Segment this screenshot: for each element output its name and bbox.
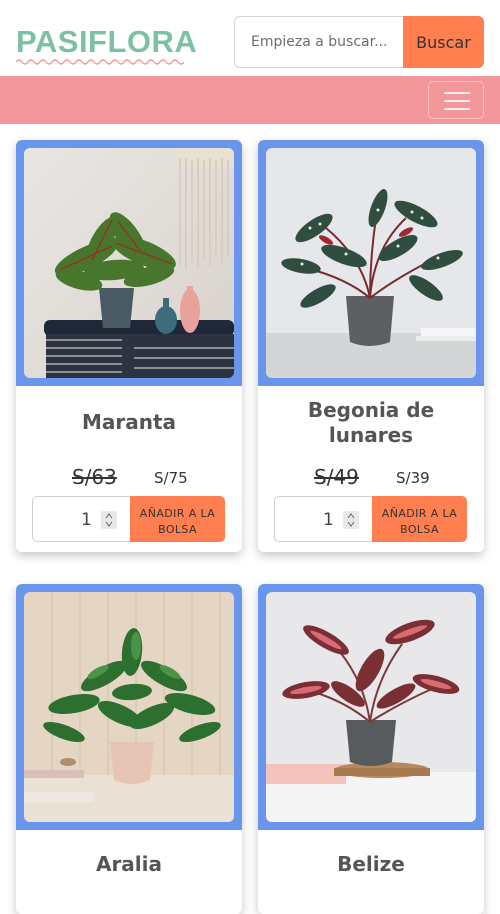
product-old-price: S/49: [314, 465, 359, 489]
product-card-maranta: Maranta S/63 S/75 1 AÑADIR A LA BOLSA: [16, 140, 242, 552]
spinner-icon[interactable]: [101, 511, 117, 529]
product-photo[interactable]: [24, 592, 234, 822]
brand-logo[interactable]: PASIFLORA: [16, 24, 197, 60]
product-photo[interactable]: [266, 148, 476, 378]
quantity-stepper[interactable]: 1: [32, 496, 130, 542]
product-photo[interactable]: [266, 592, 476, 822]
product-name: Aralia: [95, 852, 163, 876]
navbar: [0, 76, 500, 124]
quantity-stepper[interactable]: 1: [274, 496, 372, 542]
header: PASIFLORA Buscar: [0, 0, 500, 76]
add-to-bag-button[interactable]: AÑADIR A LA BOLSA: [372, 496, 467, 542]
product-price: S/39: [396, 469, 430, 487]
quantity-value: 1: [81, 510, 92, 530]
spinner-icon[interactable]: [343, 511, 359, 529]
product-image-frame: [16, 140, 242, 386]
product-image-frame: [16, 584, 242, 830]
product-card-belize: Belize: [258, 584, 484, 914]
product-image-frame: [258, 140, 484, 386]
product-name: Belize: [337, 852, 405, 876]
product-name: Maranta: [81, 410, 177, 434]
search-input[interactable]: [234, 16, 404, 68]
add-to-bag-button[interactable]: AÑADIR A LA BOLSA: [130, 496, 225, 542]
search-button[interactable]: Buscar: [403, 16, 484, 68]
quantity-value: 1: [323, 510, 334, 530]
product-card-begonia: Begonia de lunares S/49 S/39 1 AÑADIR A …: [258, 140, 484, 552]
product-image-frame: [258, 584, 484, 830]
logo-underline-wave: [16, 59, 184, 65]
product-old-price: S/63: [72, 465, 117, 489]
product-photo[interactable]: [24, 148, 234, 378]
product-name: Begonia de lunares: [307, 398, 435, 447]
product-price: S/75: [154, 469, 188, 487]
product-card-aralia: Aralia: [16, 584, 242, 914]
hamburger-menu-icon[interactable]: [428, 81, 484, 119]
